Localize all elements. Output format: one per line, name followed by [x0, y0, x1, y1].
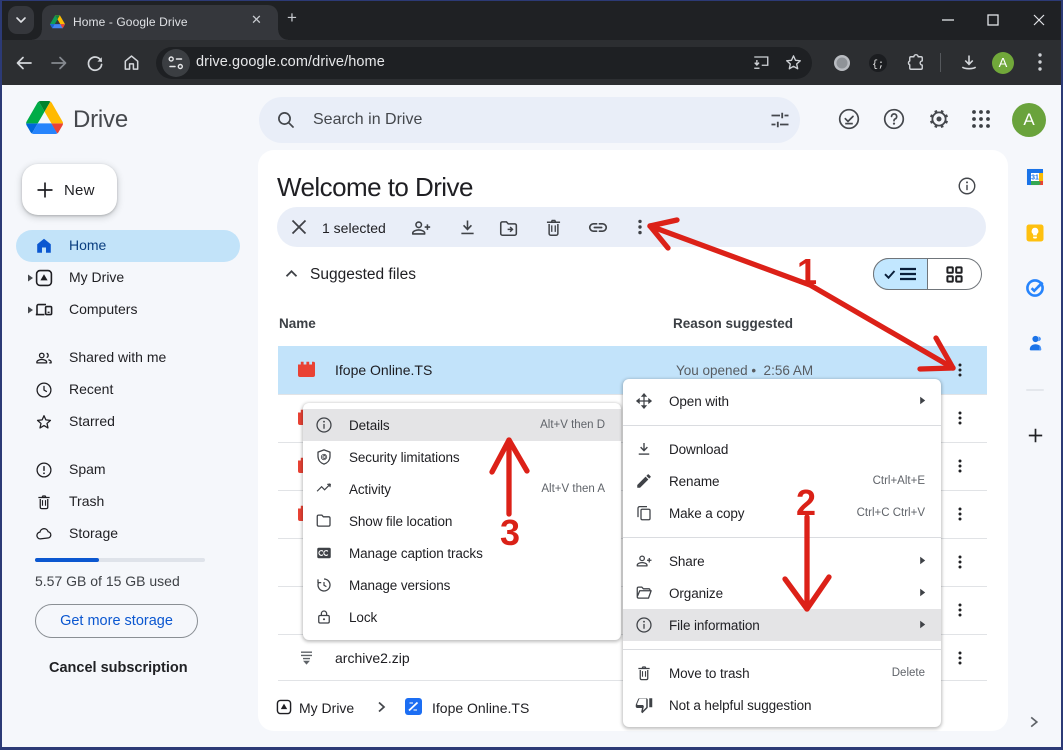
svg-text:{;: {; [872, 59, 884, 71]
svg-text:31: 31 [1031, 175, 1039, 182]
